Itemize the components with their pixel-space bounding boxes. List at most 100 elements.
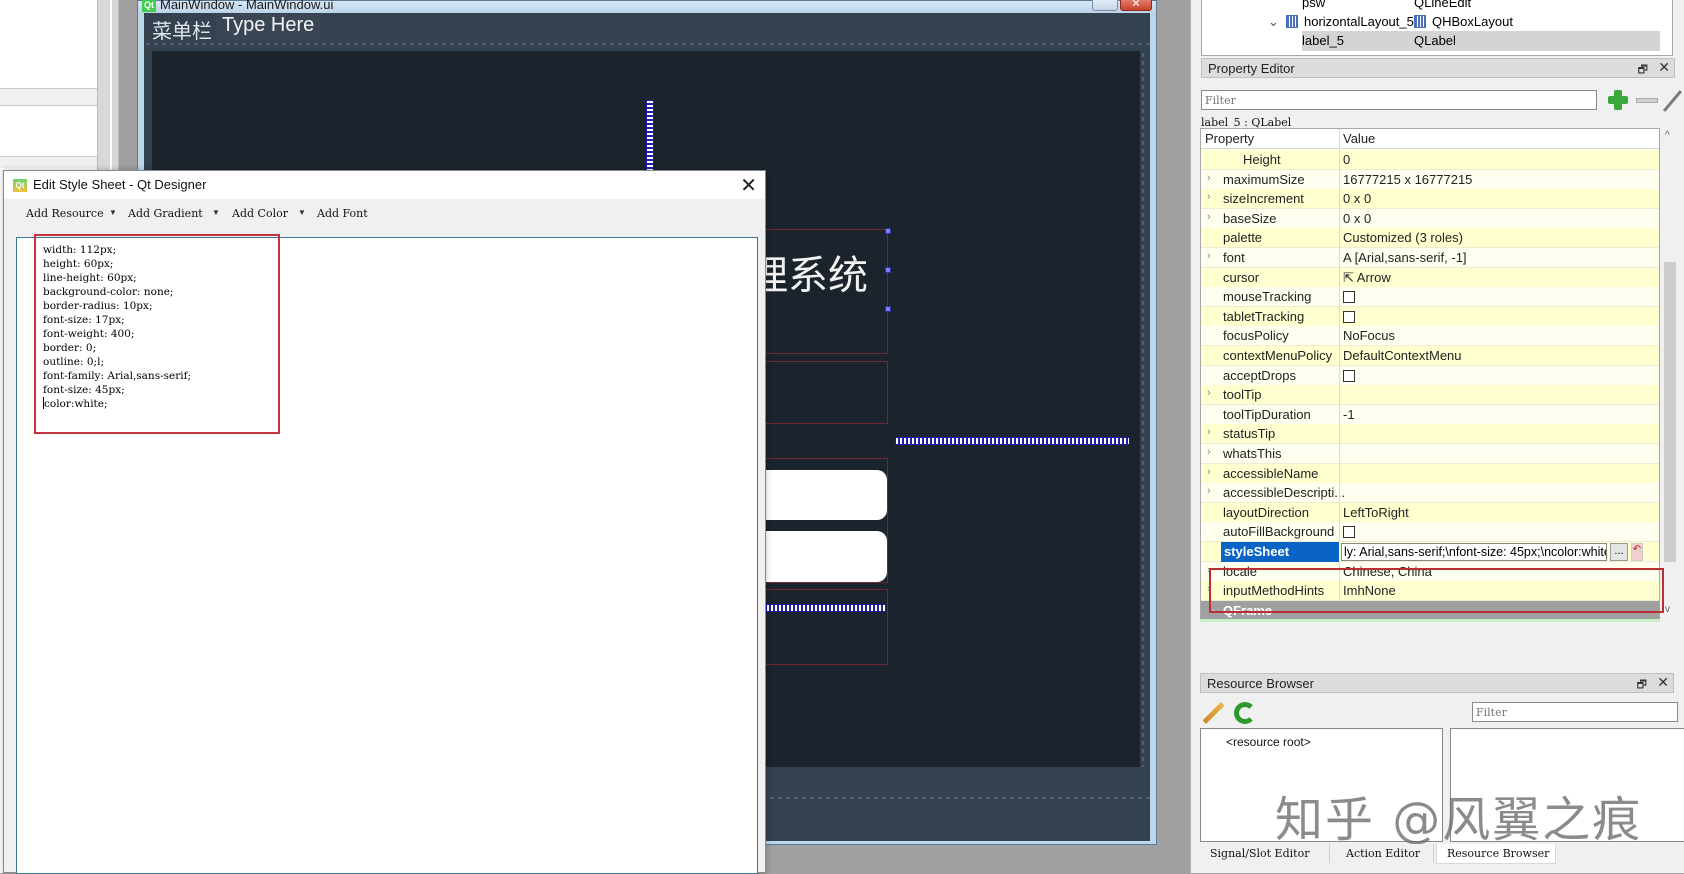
expand-arrow-icon[interactable]: ›: [1207, 564, 1211, 576]
column-header-value[interactable]: Value: [1343, 131, 1375, 146]
property-row[interactable]: › sizeIncrement 0 x 0: [1201, 189, 1659, 210]
property-row[interactable]: focusPolicy NoFocus: [1201, 326, 1659, 347]
add-font-button[interactable]: Add Font: [317, 207, 368, 220]
title-label[interactable]: 理系统: [748, 243, 868, 301]
horizontal-spacer[interactable]: [895, 437, 1130, 445]
menu-type-here[interactable]: Type Here: [216, 14, 321, 40]
property-scrollbar[interactable]: ^ v: [1662, 128, 1678, 620]
resize-handle[interactable]: [885, 306, 891, 312]
close-button[interactable]: ✕: [1120, 0, 1152, 11]
add-property-icon[interactable]: [1606, 88, 1630, 112]
property-row[interactable]: acceptDrops: [1201, 365, 1659, 386]
stylesheet-editor[interactable]: width: 112px; height: 60px; line-height: 6…: [16, 234, 758, 874]
property-value[interactable]: A [Arial,sans-serif, -1]: [1343, 250, 1467, 265]
remove-property-icon[interactable]: [1636, 98, 1658, 103]
expand-arrow-icon[interactable]: ›: [1207, 172, 1211, 184]
property-value[interactable]: ⇱ Arrow: [1343, 270, 1391, 286]
property-checkbox[interactable]: [1343, 526, 1355, 539]
property-value[interactable]: 16777215 x 16777215: [1343, 172, 1472, 187]
property-value[interactable]: DefaultContextMenu: [1343, 348, 1462, 363]
expand-arrow-icon[interactable]: ›: [1207, 387, 1211, 399]
chevron-down-icon[interactable]: ▼: [109, 208, 117, 217]
scroll-down-icon[interactable]: v: [1665, 604, 1670, 615]
property-row[interactable]: › baseSize 0 x 0: [1201, 208, 1659, 229]
property-value[interactable]: NoFocus: [1343, 328, 1395, 343]
stylesheet-code[interactable]: width: 112px; height: 60px; line-height: 6…: [43, 243, 191, 411]
property-row[interactable]: contextMenuPolicy DefaultContextMenu: [1201, 346, 1659, 366]
tab-signal-slot-editor[interactable]: Signal/Slot Editor: [1200, 844, 1330, 863]
vertical-spacer[interactable]: [646, 100, 654, 172]
scroll-up-icon[interactable]: ^: [1665, 130, 1670, 141]
add-resource-button[interactable]: Add Resource: [26, 207, 104, 220]
property-row[interactable]: › statusTip: [1201, 424, 1659, 445]
property-row[interactable]: autoFillBackground: [1201, 522, 1659, 543]
menu-item-caidan[interactable]: 菜单栏: [152, 15, 212, 44]
resize-handle[interactable]: [885, 228, 891, 234]
property-row[interactable]: layoutDirection LeftToRight: [1201, 502, 1659, 523]
property-value[interactable]: 0: [1343, 152, 1350, 167]
property-checkbox[interactable]: [1343, 291, 1355, 304]
tree-row-selected[interactable]: label_5 QLabel: [1302, 31, 1660, 51]
property-row[interactable]: › whatsThis: [1201, 444, 1659, 464]
property-value[interactable]: LeftToRight: [1343, 505, 1409, 520]
configure-icon[interactable]: [1662, 88, 1684, 112]
property-row[interactable]: › accessibleName: [1201, 463, 1659, 484]
close-icon[interactable]: ✕: [1658, 59, 1670, 76]
property-row[interactable]: cursor ⇱ Arrow: [1201, 267, 1659, 288]
expand-arrow-icon[interactable]: ›: [1207, 466, 1211, 478]
column-header-property[interactable]: Property: [1205, 131, 1254, 146]
resource-filter-input[interactable]: [1472, 702, 1678, 722]
float-icon[interactable]: 🗗: [1638, 61, 1648, 80]
object-inspector-tree[interactable]: psw QLineEdit ⌄ horizontalLayout_5 QHBox…: [1201, 0, 1673, 56]
reset-icon[interactable]: ↶: [1631, 543, 1643, 561]
expand-arrow-icon[interactable]: ›: [1207, 446, 1211, 458]
property-row[interactable]: palette Customized (3 roles): [1201, 228, 1659, 249]
edit-stylesheet-button[interactable]: ...: [1610, 543, 1628, 561]
reload-icon[interactable]: [1234, 702, 1256, 724]
property-row[interactable]: › toolTip: [1201, 385, 1659, 406]
property-filter-input[interactable]: [1201, 90, 1597, 110]
property-row[interactable]: › maximumSize 16777215 x 16777215: [1201, 169, 1659, 190]
chevron-down-icon[interactable]: ⌄: [1268, 14, 1279, 30]
expand-arrow-icon[interactable]: ›: [1207, 250, 1211, 262]
edit-resources-icon[interactable]: [1202, 702, 1224, 724]
resize-handle[interactable]: [885, 267, 891, 273]
property-row[interactable]: › inputMethodHints ImhNone: [1201, 581, 1659, 602]
dialog-title-bar[interactable]: Qt Edit Style Sheet - Qt Designer ✕: [4, 171, 765, 199]
property-row[interactable]: styleSheet ly: Arial,sans-serif;\nfont-si…: [1201, 542, 1659, 562]
property-row[interactable]: mouseTracking: [1201, 287, 1659, 308]
form-title-bar[interactable]: Qt MainWindow - MainWindow.ui ✕: [138, 0, 1156, 13]
tree-row[interactable]: ⌄ horizontalLayout_5 QHBoxLayout: [1202, 12, 1672, 32]
scrollbar-thumb[interactable]: [1664, 262, 1676, 562]
property-value[interactable]: Customized (3 roles): [1343, 230, 1463, 245]
expand-arrow-icon[interactable]: ›: [1207, 191, 1211, 203]
property-row[interactable]: Height 0: [1201, 150, 1659, 170]
property-row[interactable]: toolTipDuration -1: [1201, 404, 1659, 425]
property-value[interactable]: ImhNone: [1343, 583, 1396, 598]
stylesheet-value-input[interactable]: ly: Arial,sans-serif;\nfont-size: 45px;\…: [1341, 543, 1607, 561]
property-checkbox[interactable]: [1343, 369, 1355, 382]
property-section-header[interactable]: ⌄ QFrame: [1201, 600, 1659, 619]
add-gradient-button[interactable]: Add Gradient: [128, 207, 203, 220]
resource-tree[interactable]: <resource root>: [1200, 728, 1443, 842]
chevron-down-icon[interactable]: ▼: [298, 208, 306, 217]
chevron-down-icon[interactable]: ▼: [212, 208, 220, 217]
float-icon[interactable]: 🗗: [1637, 676, 1647, 695]
expand-arrow-icon[interactable]: ›: [1207, 426, 1211, 438]
close-icon[interactable]: ✕: [1657, 674, 1669, 691]
tab-action-editor[interactable]: Action Editor: [1336, 844, 1434, 863]
resource-root-item[interactable]: <resource root>: [1226, 735, 1311, 749]
property-value[interactable]: Chinese, China: [1343, 564, 1432, 579]
property-row[interactable]: › font A [Arial,sans-serif, -1]: [1201, 248, 1659, 268]
property-row[interactable]: tabletTracking: [1201, 306, 1659, 327]
property-value[interactable]: 0 x 0: [1343, 191, 1371, 206]
property-table[interactable]: Property Value Height 0 › maximumSize 16777215…: [1200, 128, 1660, 620]
close-icon[interactable]: ✕: [740, 173, 757, 198]
property-row[interactable]: › locale Chinese, China: [1201, 561, 1659, 582]
property-row[interactable]: › accessibleDescripti...: [1201, 483, 1659, 504]
resource-file-list[interactable]: [1450, 728, 1684, 842]
tab-resource-browser[interactable]: Resource Browser: [1436, 844, 1556, 864]
property-value[interactable]: 0 x 0: [1343, 211, 1371, 226]
maximize-button[interactable]: [1092, 0, 1118, 11]
expand-arrow-icon[interactable]: ›: [1207, 485, 1211, 497]
